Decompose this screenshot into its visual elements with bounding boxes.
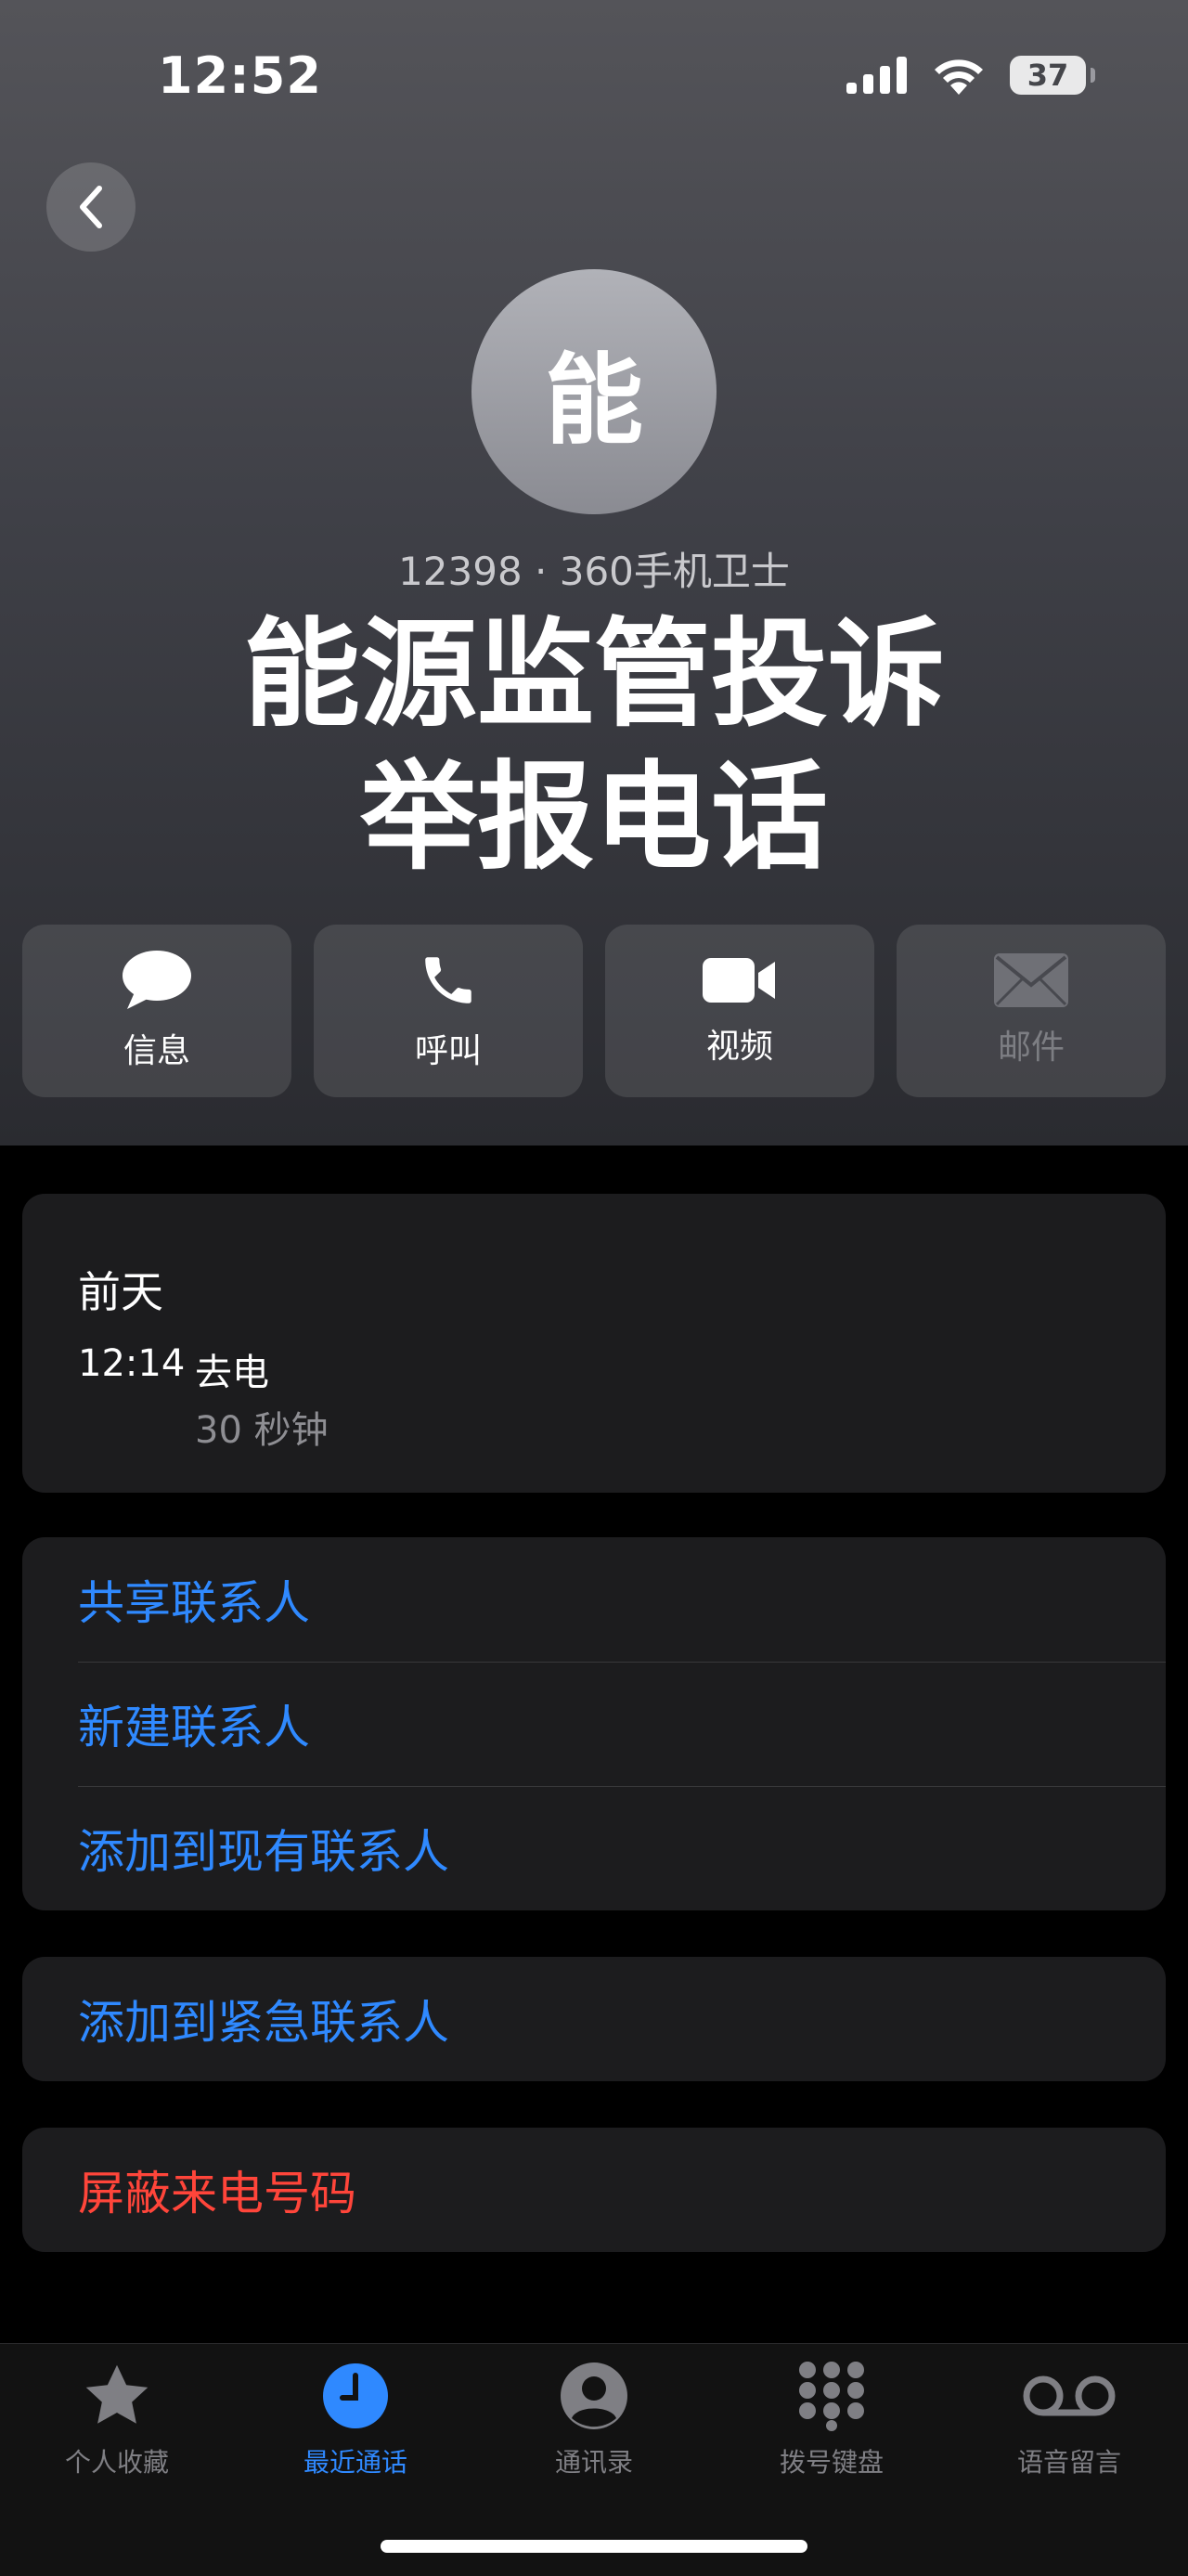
call-button[interactable]: 呼叫 — [314, 925, 583, 1097]
tab-favorites-label: 个人收藏 — [64, 2447, 169, 2478]
tab-contacts-label: 通讯录 — [554, 2447, 633, 2478]
star-icon — [85, 2364, 148, 2424]
person-circle-icon — [561, 2362, 627, 2429]
tab-recents[interactable]: 最近通话 — [253, 2361, 458, 2479]
status-time: 12:52 — [158, 46, 322, 105]
video-button[interactable]: 视频 — [605, 925, 874, 1097]
home-indicator[interactable] — [381, 2540, 807, 2553]
video-label: 视频 — [705, 1028, 773, 1066]
call-label: 呼叫 — [414, 1032, 482, 1070]
tab-voicemail[interactable]: 语音留言 — [967, 2361, 1171, 2479]
block-caller-card: 屏蔽来电号码 — [22, 2128, 1166, 2252]
contact-name-line2: 举报电话 — [360, 749, 828, 886]
tab-contacts[interactable]: 通讯录 — [492, 2361, 696, 2479]
call-history-day: 前天 — [78, 1267, 163, 1317]
tab-keypad[interactable]: 拨号键盘 — [730, 2361, 934, 2479]
wifi-icon — [935, 59, 983, 95]
contact-name-line1: 能源监管投诉 — [243, 606, 945, 743]
new-contact-button[interactable]: 新建联系人 — [22, 1662, 1166, 1786]
status-icons: 37 — [846, 56, 1095, 95]
mail-label: 邮件 — [997, 1029, 1065, 1067]
cellular-signal-icon — [846, 57, 907, 94]
message-button[interactable]: 信息 — [22, 925, 291, 1097]
add-to-emergency-contact-button[interactable]: 添加到紧急联系人 — [22, 1957, 1166, 2081]
tab-favorites[interactable]: 个人收藏 — [15, 2361, 219, 2479]
call-type: 去电 — [195, 1352, 269, 1394]
tab-recents-label: 最近通话 — [303, 2447, 407, 2478]
clock-icon — [323, 2363, 388, 2428]
emergency-contact-card: 添加到紧急联系人 — [22, 1957, 1166, 2081]
add-to-existing-contact-button[interactable]: 添加到现有联系人 — [22, 1786, 1166, 1910]
tab-voicemail-label: 语音留言 — [1016, 2447, 1121, 2478]
back-button[interactable] — [46, 162, 136, 252]
voicemail-icon — [1023, 2375, 1116, 2416]
keypad-icon — [799, 2362, 864, 2431]
tab-keypad-label: 拨号键盘 — [779, 2447, 884, 2478]
message-label: 信息 — [123, 1032, 190, 1070]
contact-name: 能源监管投诉 举报电话 — [0, 603, 1188, 889]
contact-subtitle: 12398 · 360手机卫士 — [398, 549, 790, 594]
call-duration: 30 秒钟 — [195, 1409, 329, 1452]
contact-header: 12:52 37 能 12398 · 360手机卫士 能源监管投诉 举报电话 信… — [0, 0, 1188, 1146]
avatar: 能 — [471, 269, 717, 514]
battery-indicator: 37 — [1010, 56, 1095, 95]
contact-options-card: 共享联系人 新建联系人 添加到现有联系人 — [22, 1537, 1166, 1910]
action-buttons: 信息 呼叫 视频 邮件 — [22, 925, 1166, 1097]
share-contact-button[interactable]: 共享联系人 — [22, 1537, 1166, 1662]
call-time: 12:14 — [78, 1342, 186, 1385]
chevron-left-icon — [80, 186, 102, 228]
call-history-card: 前天 12:14 去电 30 秒钟 — [22, 1194, 1166, 1493]
block-caller-button[interactable]: 屏蔽来电号码 — [22, 2128, 1166, 2252]
mail-button: 邮件 — [897, 925, 1166, 1097]
mail-icon — [994, 953, 1068, 1007]
video-camera-icon — [703, 958, 775, 1003]
message-bubble-icon — [123, 951, 191, 1009]
phone-icon — [425, 957, 471, 1003]
